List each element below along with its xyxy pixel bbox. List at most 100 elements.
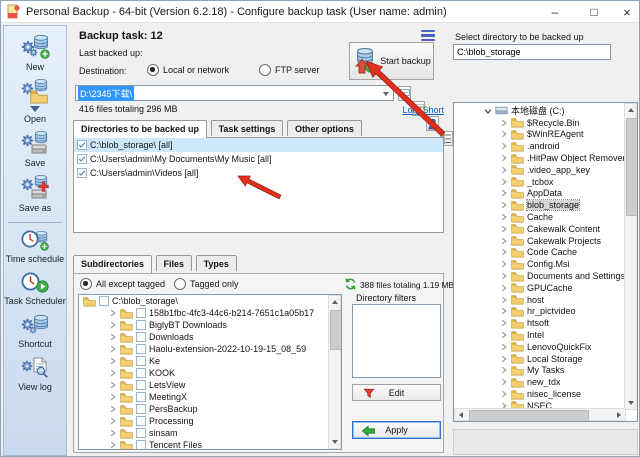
scrollbar-thumb[interactable] <box>469 410 589 422</box>
unchecked-checkbox-icon[interactable] <box>136 416 146 426</box>
tree-item[interactable]: 158b1fbc-4fc3-44c6-b214-7651c1a05b17 <box>79 307 341 319</box>
tree-item[interactable]: Code Cache <box>454 247 624 259</box>
chevron-right-icon[interactable] <box>109 429 117 437</box>
scrollbar-thumb[interactable] <box>330 310 342 350</box>
tree-item[interactable]: blob_storage <box>454 199 624 211</box>
tree-item[interactable]: nisec_license <box>454 388 624 400</box>
tree-item[interactable]: Ke <box>79 355 341 367</box>
tree-item[interactable]: NSEC <box>454 400 624 408</box>
tree-item[interactable]: Cakewalk Content <box>454 223 624 235</box>
chevron-right-icon[interactable] <box>500 119 508 127</box>
drive-tree-vscrollbar[interactable] <box>624 103 637 410</box>
chevron-right-icon[interactable] <box>500 343 508 351</box>
chevron-right-icon[interactable] <box>500 307 508 315</box>
chevron-right-icon[interactable] <box>109 393 117 401</box>
tree-item[interactable]: Downloads <box>79 331 341 343</box>
tree-item[interactable]: PersBackup <box>79 403 341 415</box>
scrollbar-thumb[interactable] <box>626 118 638 216</box>
chevron-right-icon[interactable] <box>500 366 508 374</box>
checked-checkbox-icon[interactable] <box>77 168 87 178</box>
chevron-right-icon[interactable] <box>500 178 508 186</box>
sidebar-item-task-scheduler[interactable]: Task Scheduler <box>4 271 66 306</box>
sidebar-item-save-as[interactable]: Save as <box>19 175 52 213</box>
unchecked-checkbox-icon[interactable] <box>136 392 146 402</box>
maximize-button[interactable]: □ <box>577 1 611 23</box>
unchecked-checkbox-icon[interactable] <box>136 380 146 390</box>
backup-list[interactable]: C:\blob_storage\ [all]C:\Users\admin\My … <box>73 137 444 233</box>
subdir-tree[interactable]: C:\blob_storage\ 158b1fbc-4fc3-44c6-b214… <box>78 294 342 450</box>
tree-item[interactable]: Cache <box>454 211 624 223</box>
tab-directories[interactable]: Directories to be backed up <box>73 120 207 138</box>
chevron-right-icon[interactable] <box>500 390 508 398</box>
scroll-down-icon[interactable] <box>332 440 338 444</box>
tree-item[interactable]: Tencent Files <box>79 439 341 450</box>
tree-item[interactable]: MeetingX <box>79 391 341 403</box>
comment-button[interactable] <box>398 86 411 101</box>
sidebar-item-save[interactable]: Save <box>20 131 50 168</box>
chevron-right-icon[interactable] <box>500 142 508 150</box>
chevron-right-icon[interactable] <box>500 284 508 292</box>
unchecked-checkbox-icon[interactable] <box>136 428 146 438</box>
menu-icon[interactable] <box>421 30 435 41</box>
radio-all-except-tagged[interactable]: All except tagged <box>80 278 165 290</box>
chevron-right-icon[interactable] <box>500 225 508 233</box>
drive-tree[interactable]: 本地磁盘 (C:)$Recycle.Bin$WinREAgent.android… <box>453 102 638 422</box>
tree-item[interactable]: My Tasks <box>454 365 624 377</box>
tree-item[interactable]: Haolu-extension-2022-10-19-15_08_59 <box>79 343 341 355</box>
directory-path-input[interactable] <box>453 44 611 60</box>
tree-item[interactable]: Cakewalk Projects <box>454 235 624 247</box>
chevron-right-icon[interactable] <box>109 345 117 353</box>
tree-item[interactable]: Intel <box>454 329 624 341</box>
tab-subdirectories[interactable]: Subdirectories <box>73 255 152 273</box>
tree-item[interactable]: LetsView <box>79 379 341 391</box>
chevron-right-icon[interactable] <box>500 237 508 245</box>
filter-apply-button[interactable]: Apply <box>352 421 441 439</box>
chevron-right-icon[interactable] <box>500 296 508 304</box>
tree-item[interactable]: htsoft <box>454 317 624 329</box>
refresh-icon[interactable] <box>344 278 357 290</box>
radio-tagged-icon[interactable] <box>174 278 186 290</box>
chevron-right-icon[interactable] <box>500 319 508 327</box>
chevron-right-icon[interactable] <box>500 331 508 339</box>
tree-item[interactable]: Processing <box>79 415 341 427</box>
radio-local-icon[interactable] <box>147 64 159 76</box>
radio-tagged-only[interactable]: Tagged only <box>174 278 239 290</box>
chevron-right-icon[interactable] <box>500 154 508 162</box>
chevron-right-icon[interactable] <box>109 357 117 365</box>
unchecked-checkbox-icon[interactable] <box>136 368 146 378</box>
chevron-right-icon[interactable] <box>500 213 508 221</box>
unchecked-checkbox-icon[interactable] <box>136 320 146 330</box>
tree-item[interactable]: Config.Msi <box>454 258 624 270</box>
tree-item[interactable]: hr_pictvideo <box>454 306 624 318</box>
user-button[interactable] <box>426 116 439 131</box>
log-short-link[interactable]: Log: Short <box>399 105 444 115</box>
start-backup-button[interactable]: Start backup <box>349 42 434 80</box>
open-dropdown-icon[interactable] <box>30 106 40 112</box>
tree-item[interactable]: host <box>454 294 624 306</box>
chevron-right-icon[interactable] <box>500 378 508 386</box>
checked-checkbox-icon[interactable] <box>77 154 87 164</box>
scroll-up-icon[interactable] <box>332 300 338 304</box>
tree-item[interactable]: $WinREAgent <box>454 129 624 141</box>
filter-edit-button[interactable]: Edit <box>352 384 441 401</box>
radio-all-icon[interactable] <box>80 278 92 290</box>
chevron-right-icon[interactable] <box>109 441 117 449</box>
unchecked-checkbox-icon[interactable] <box>136 344 146 354</box>
sidebar-item-new[interactable]: New <box>20 35 50 72</box>
scroll-left-icon[interactable] <box>459 412 463 418</box>
chevron-right-icon[interactable] <box>109 333 117 341</box>
drive-tree-hscrollbar[interactable] <box>454 408 626 421</box>
tree-item[interactable]: .video_app_key <box>454 164 624 176</box>
chevron-right-icon[interactable] <box>109 321 117 329</box>
chevron-right-icon[interactable] <box>500 355 508 363</box>
chevron-right-icon[interactable] <box>109 369 117 377</box>
tree-item[interactable]: Local Storage <box>454 353 624 365</box>
tab-files[interactable]: Files <box>156 255 193 271</box>
chevron-right-icon[interactable] <box>109 309 117 317</box>
tree-item[interactable]: BiglyBT Downloads <box>79 319 341 331</box>
chevron-right-icon[interactable] <box>500 272 508 280</box>
unchecked-checkbox-icon[interactable] <box>136 308 146 318</box>
unchecked-checkbox-icon[interactable] <box>136 404 146 414</box>
close-button[interactable]: × <box>613 1 640 23</box>
unchecked-checkbox-icon[interactable] <box>99 296 109 306</box>
